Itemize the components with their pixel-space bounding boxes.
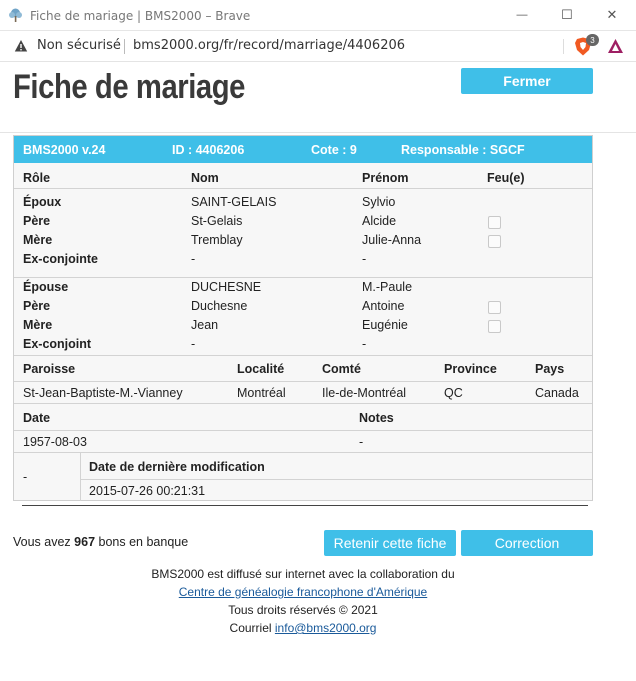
- bride-father-prenom: Antoine: [362, 299, 405, 313]
- pays-header: Pays: [535, 362, 565, 376]
- pays-value: Canada: [535, 386, 579, 400]
- footer-collaboration: BMS2000 est diffusé sur internet avec la…: [151, 567, 455, 581]
- divider: [14, 277, 592, 278]
- groom-mother-deceased-checkbox[interactable]: [488, 235, 501, 248]
- groom-father-prenom: Alcide: [362, 214, 397, 228]
- footer-divider: [22, 505, 588, 506]
- rewards-triangle-icon[interactable]: [607, 38, 624, 54]
- province-header: Province: [444, 362, 497, 376]
- notes-header: Notes: [359, 411, 394, 425]
- divider: [81, 479, 592, 480]
- address-separator-right: [563, 39, 564, 54]
- close-record-button[interactable]: Fermer: [461, 68, 593, 94]
- groom-mother-prenom: Julie-Anna: [362, 233, 422, 247]
- paroisse-value: St-Jean-Baptiste-M.-Vianney: [23, 386, 183, 400]
- divider: [14, 381, 592, 382]
- bride-father-deceased-checkbox[interactable]: [488, 301, 501, 314]
- address-separator: [124, 39, 125, 54]
- modification-header: Date de dernière modification: [89, 460, 265, 474]
- cgfa-link[interactable]: Centre de généalogie francophone d'Améri…: [179, 585, 427, 599]
- page-content: Fiche de mariage Fermer BMS2000 v.24 ID …: [0, 62, 636, 681]
- bride-mother-deceased-checkbox[interactable]: [488, 320, 501, 333]
- security-status[interactable]: Non sécurisé: [37, 38, 121, 53]
- bride-father-role: Père: [23, 299, 51, 313]
- bride-mother-nom: Jean: [191, 318, 219, 332]
- close-window-button[interactable]: ✕: [601, 4, 623, 26]
- divider: [14, 403, 592, 404]
- divider: [14, 452, 592, 453]
- groom-mother-nom: Tremblay: [191, 233, 243, 247]
- bride-father-nom: Duchesne: [191, 299, 248, 313]
- bride-ex-prenom: -: [362, 337, 367, 351]
- divider: [14, 430, 592, 431]
- warning-icon[interactable]: [14, 39, 28, 53]
- app-tree-icon: [9, 8, 22, 22]
- record-responsable: Responsable : SGCF: [401, 143, 525, 157]
- window-titlebar: Fiche de mariage | BMS2000 – Brave — ☐ ✕: [0, 0, 636, 31]
- groom-ex-nom: -: [191, 252, 196, 266]
- record-header-bar: BMS2000 v.24 ID : 4406206 Cote : 9 Respo…: [14, 136, 592, 163]
- bride-nom: DUCHESNE: [191, 280, 262, 294]
- comte-header: Comté: [322, 362, 361, 376]
- groom-father-role: Père: [23, 214, 51, 228]
- page-title: Fiche de mariage: [13, 68, 246, 106]
- divider: [14, 188, 592, 189]
- marriage-record-card: BMS2000 v.24 ID : 4406206 Cote : 9 Respo…: [13, 135, 593, 501]
- date-value: 1957-08-03: [23, 435, 87, 449]
- modification-value: 2015-07-26 00:21:31: [89, 484, 206, 498]
- comte-value: Ile-de-Montréal: [322, 386, 407, 400]
- footer-rights: Tous droits réservés © 2021: [228, 603, 378, 617]
- groom-father-nom: St-Gelais: [191, 214, 243, 228]
- maximize-button[interactable]: ☐: [556, 4, 578, 26]
- province-value: QC: [444, 386, 463, 400]
- email-link[interactable]: info@bms2000.org: [275, 621, 377, 635]
- bride-prenom: M.-Paule: [362, 280, 413, 294]
- paroisse-header: Paroisse: [23, 362, 76, 376]
- groom-father-deceased-checkbox[interactable]: [488, 216, 501, 229]
- header-divider: [0, 132, 636, 133]
- minimize-icon: —: [516, 9, 528, 21]
- bride-ex-nom: -: [191, 337, 196, 351]
- correction-button[interactable]: Correction: [461, 530, 593, 556]
- minimize-button[interactable]: —: [511, 4, 533, 26]
- retain-record-button[interactable]: Retenir cette fiche: [324, 530, 456, 556]
- groom-mother-role: Mère: [23, 233, 53, 247]
- bank-prefix: Vous avez: [13, 535, 71, 549]
- bank-count: 967: [74, 535, 96, 549]
- footer-contact: Courriel info@bms2000.org: [0, 621, 606, 635]
- window-title: Fiche de mariage | BMS2000 – Brave: [30, 9, 251, 23]
- groom-role: Époux: [23, 195, 62, 209]
- groom-nom: SAINT-GELAIS: [191, 195, 277, 209]
- url-field[interactable]: bms2000.org/fr/record/marriage/4406206: [133, 38, 405, 53]
- col-header-role: Rôle: [23, 171, 51, 185]
- divider: [14, 355, 592, 356]
- localite-header: Localité: [237, 362, 285, 376]
- record-version: BMS2000 v.24: [23, 143, 106, 157]
- maximize-icon: ☐: [561, 7, 573, 22]
- groom-prenom: Sylvio: [362, 195, 396, 209]
- modification-separator: [80, 452, 81, 501]
- bride-role: Épouse: [23, 280, 69, 294]
- mail-prefix: Courriel: [229, 621, 272, 635]
- close-icon: ✕: [606, 7, 618, 22]
- groom-ex-role: Ex-conjointe: [23, 252, 99, 266]
- col-header-feu: Feu(e): [487, 171, 525, 185]
- localite-value: Montréal: [237, 386, 286, 400]
- bride-mother-prenom: Eugénie: [362, 318, 408, 332]
- bank-balance: Vous avez 967 bons en banque: [13, 535, 188, 549]
- address-bar: Non sécurisé bms2000.org/fr/record/marri…: [0, 31, 636, 62]
- groom-ex-prenom: -: [362, 252, 367, 266]
- col-header-nom: Nom: [191, 171, 219, 185]
- col-header-prenom: Prénom: [362, 171, 409, 185]
- bank-suffix: bons en banque: [98, 535, 189, 549]
- notes-value: -: [359, 435, 364, 449]
- modification-left-value: -: [23, 470, 28, 484]
- date-header: Date: [23, 411, 51, 425]
- record-id: ID : 4406206: [172, 143, 245, 157]
- shield-count-badge: 3: [586, 34, 599, 46]
- bride-ex-role: Ex-conjoint: [23, 337, 92, 351]
- record-cote: Cote : 9: [311, 143, 357, 157]
- bride-mother-role: Mère: [23, 318, 53, 332]
